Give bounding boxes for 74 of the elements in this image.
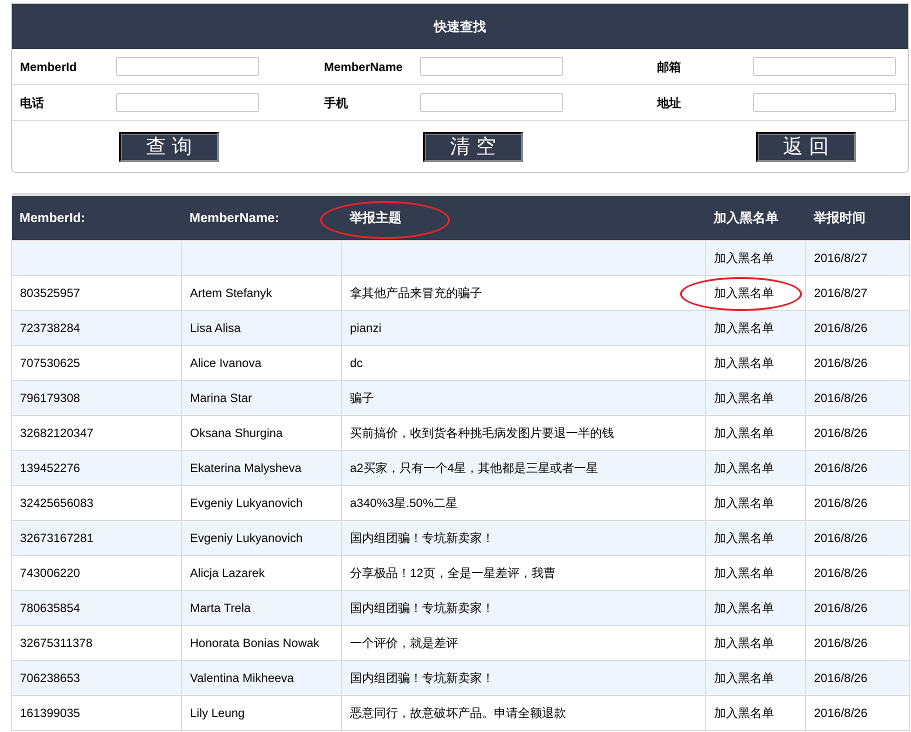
table-cell-text: Artem Stefanyk: [190, 286, 272, 300]
table-cell-text: 803525957: [20, 286, 80, 300]
table-cell-text: 国内组团骗！专坑新卖家！: [350, 531, 494, 545]
table-cell-text: 32675311378: [20, 636, 93, 650]
table-cell-text: Honorata Bonias Nowak: [190, 636, 320, 650]
column-header: 举报主题: [350, 210, 402, 226]
table-cell-text: 743006220: [20, 566, 80, 580]
table-cell-text: Marta Trela: [190, 601, 251, 615]
table-cell-text: 2016/8/26: [814, 461, 868, 475]
table-cell-text: 买前搞价，收到货各种挑毛病发图片要退一半的钱: [350, 426, 614, 440]
column-header: MemberId:: [20, 210, 86, 226]
table-cell-text: 拿其他产品来冒充的骗子: [350, 286, 482, 300]
table-cell-text: 国内组团骗！专坑新卖家！: [350, 601, 494, 615]
table-cell-text: 一个评价，就是差评: [350, 636, 458, 650]
table-cell-text: 2016/8/26: [814, 531, 868, 545]
table-cell-text: Lily Leung: [190, 706, 245, 720]
text-field[interactable]: [753, 57, 896, 76]
table-cell-text: 32682120347: [20, 426, 94, 440]
action-button[interactable]: 清 空: [423, 132, 523, 162]
table-cell-text: 161399035: [20, 706, 80, 720]
table-cell-text: Lisa Alisa: [190, 321, 241, 335]
field-label: 手机: [324, 94, 349, 112]
table-cell-text: Alicja Lazarek: [190, 566, 265, 580]
table-cell-text: 2016/8/26: [814, 496, 868, 510]
table-cell-text: 2016/8/26: [814, 391, 868, 405]
table-cell-text: 2016/8/26: [814, 671, 868, 685]
table-cell-text: 32425656083: [20, 496, 94, 510]
table-cell-text: 723738284: [20, 321, 80, 335]
table-cell-text: 2016/8/26: [814, 566, 868, 580]
action-button[interactable]: 查 询: [119, 132, 219, 162]
panel-title: 快速查找: [434, 18, 486, 36]
table-cell-text: Oksana Shurgina: [190, 426, 283, 440]
table-cell-text: 707530625: [20, 356, 80, 370]
table-cell-text: Evgeniy Lukyanovich: [190, 496, 303, 510]
text-field[interactable]: [116, 93, 259, 112]
table-cell-text: a2买家，只有一个4星，其他都是三星或者一星: [350, 461, 598, 475]
table-cell-text: 32673167281: [20, 531, 94, 545]
column-header: 加入黑名单: [714, 210, 778, 226]
table-cell-text: Evgeniy Lukyanovich: [190, 531, 303, 545]
field-label: MemberName: [324, 58, 404, 76]
table-cell-text: 2016/8/26: [814, 426, 868, 440]
table-cell-text: 分享极品！12页，全是一星差评，我曹: [350, 566, 556, 580]
field-label: 电话: [20, 94, 45, 112]
table-cell-text: 2016/8/26: [814, 601, 868, 615]
field-label: MemberId: [20, 58, 78, 76]
action-button[interactable]: 返 回: [756, 132, 856, 162]
text-field[interactable]: [116, 57, 259, 76]
text-field[interactable]: [420, 57, 563, 76]
table-cell-text: 2016/8/26: [814, 636, 868, 650]
field-label: 地址: [657, 94, 682, 112]
column-header: MemberName:: [190, 210, 280, 226]
table-cell-text: 706238653: [20, 671, 80, 685]
table-cell-text: Ekaterina Malysheva: [190, 461, 302, 475]
table-cell-text: 国内组团骗！专坑新卖家！: [350, 671, 494, 685]
table-cell-text: 2016/8/26: [814, 706, 868, 720]
field-label: 邮箱: [657, 58, 682, 76]
text-field[interactable]: [753, 93, 896, 112]
table-cell-text: Valentina Mikheeva: [190, 671, 294, 685]
table-cell-text: 2016/8/26: [814, 356, 868, 370]
table-cell-text: 恶意同行，故意破坏产品。申请全额退款: [350, 706, 566, 720]
table-cell-text: Alice Ivanova: [190, 356, 262, 370]
table-cell-text: 2016/8/27: [814, 251, 868, 265]
table-cell-text: a340%3星.50%二星: [350, 496, 458, 510]
column-header: 举报时间: [814, 210, 866, 226]
table-cell-text: pianzi: [350, 321, 382, 335]
table-cell-text: dc: [350, 356, 363, 370]
text-field[interactable]: [420, 93, 563, 112]
table-cell-text: 骗子: [350, 391, 374, 405]
table-cell-text: 780635854: [20, 601, 80, 615]
table-cell-text: 796179308: [20, 391, 80, 405]
table-cell-text: 139452276: [20, 461, 80, 475]
table-cell-text: 2016/8/27: [814, 286, 868, 300]
table-cell-text: Marina Star: [190, 391, 252, 405]
table-cell-text: 2016/8/26: [814, 321, 868, 335]
